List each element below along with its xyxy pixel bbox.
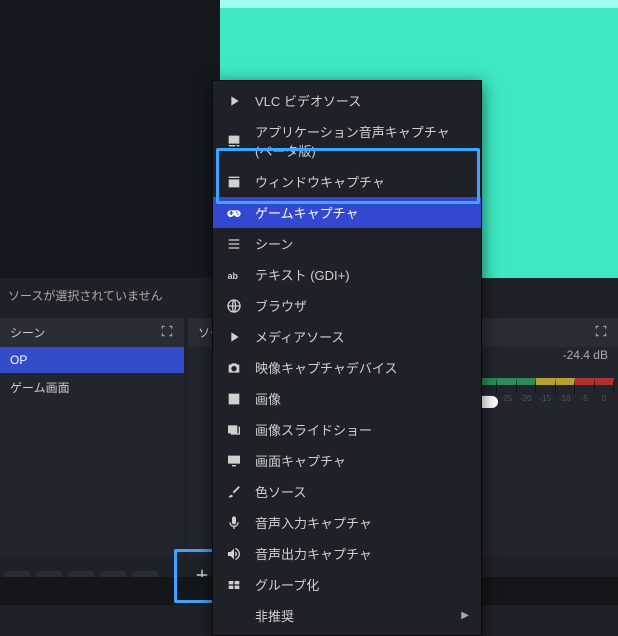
menu-item-label: テキスト (GDI+) [255, 265, 469, 284]
brush-icon [225, 483, 243, 501]
menu-item-label: VLC ビデオソース [255, 91, 469, 110]
menu-item-10[interactable]: 画像スライドショー [213, 414, 481, 445]
menu-item-6[interactable]: ブラウザ [213, 290, 481, 321]
menu-item-label: シーン [255, 234, 469, 253]
popout-icon[interactable] [160, 324, 174, 341]
menu-item-8[interactable]: 映像キャプチャデバイス [213, 352, 481, 383]
menu-item-label: グループ化 [255, 575, 469, 594]
menu-item-7[interactable]: メディアソース [213, 321, 481, 352]
camera-icon [225, 359, 243, 377]
menu-item-13[interactable]: 音声入力キャプチャ [213, 507, 481, 538]
scene-panel-title: シーン [10, 324, 45, 341]
text-icon: ab [225, 266, 243, 284]
meter-tick: -15 [536, 378, 556, 394]
menu-item-11[interactable]: 画面キャプチャ [213, 445, 481, 476]
meter-tick: -10 [556, 378, 576, 394]
scene-item-op[interactable]: OP [0, 347, 184, 373]
scene-icon [225, 235, 243, 253]
scene-item-game[interactable]: ゲーム画面 [0, 373, 184, 402]
menu-item-15[interactable]: グループ化 [213, 569, 481, 600]
menu-item-3[interactable]: ゲームキャプチャ [213, 197, 481, 228]
scene-panel-header: シーン [0, 318, 184, 347]
menu-item-5[interactable]: ab テキスト (GDI+) [213, 259, 481, 290]
menu-item-label: 画面キャプチャ [255, 451, 469, 470]
menu-item-label: 画像スライドショー [255, 420, 469, 439]
no-source-label: ソースが選択されていません [8, 287, 163, 304]
play-icon [225, 92, 243, 110]
image-icon [225, 390, 243, 408]
menu-item-label: ゲームキャプチャ [255, 203, 469, 222]
menu-item-label: 音声出力キャプチャ [255, 544, 469, 563]
menu-item-2[interactable]: ウィンドウキャプチャ [213, 166, 481, 197]
globe-icon [225, 297, 243, 315]
menu-item-label: 非推奨 [255, 606, 449, 625]
menu-item-label: ウィンドウキャプチャ [255, 172, 469, 191]
menu-item-label: 映像キャプチャデバイス [255, 358, 469, 377]
play-icon [225, 328, 243, 346]
menu-item-4[interactable]: シーン [213, 228, 481, 259]
menu-item-label: アプリケーション音声キャプチャ (ベータ版) [255, 122, 469, 160]
meter-tick: -25 [497, 378, 517, 394]
menu-item-12[interactable]: 色ソース [213, 476, 481, 507]
app-audio-icon [225, 132, 243, 150]
menu-item-label: メディアソース [255, 327, 469, 346]
menu-item-1[interactable]: アプリケーション音声キャプチャ (ベータ版) [213, 116, 481, 166]
meter-tick: -5 [575, 378, 595, 394]
speaker-icon [225, 545, 243, 563]
meter-tick: 0 [595, 378, 615, 394]
menu-item-14[interactable]: 音声出力キャプチャ [213, 538, 481, 569]
none-icon [225, 607, 243, 625]
popout-icon[interactable] [594, 324, 608, 341]
menu-item-label: ブラウザ [255, 296, 469, 315]
menu-item-0[interactable]: VLC ビデオソース [213, 85, 481, 116]
gamepad-icon [225, 204, 243, 222]
add-source-context-menu: VLC ビデオソースアプリケーション音声キャプチャ (ベータ版) ウィンドウキャプ… [212, 80, 482, 636]
submenu-arrow-icon: ▶ [461, 610, 469, 621]
scene-list: OP ゲーム画面 [0, 347, 184, 558]
mic-icon [225, 514, 243, 532]
monitor-icon [225, 452, 243, 470]
mixer-db-value: -24.4 dB [563, 348, 608, 362]
scene-panel: シーン OP ゲーム画面 [0, 318, 184, 558]
slideshow-icon [225, 421, 243, 439]
menu-item-label: 色ソース [255, 482, 469, 501]
svg-text:ab: ab [228, 271, 239, 281]
menu-item-label: 音声入力キャプチャ [255, 513, 469, 532]
group-icon [225, 576, 243, 594]
window-icon [225, 173, 243, 191]
meter-tick: -20 [517, 378, 537, 394]
menu-item-9[interactable]: 画像 [213, 383, 481, 414]
menu-item-label: 画像 [255, 389, 469, 408]
